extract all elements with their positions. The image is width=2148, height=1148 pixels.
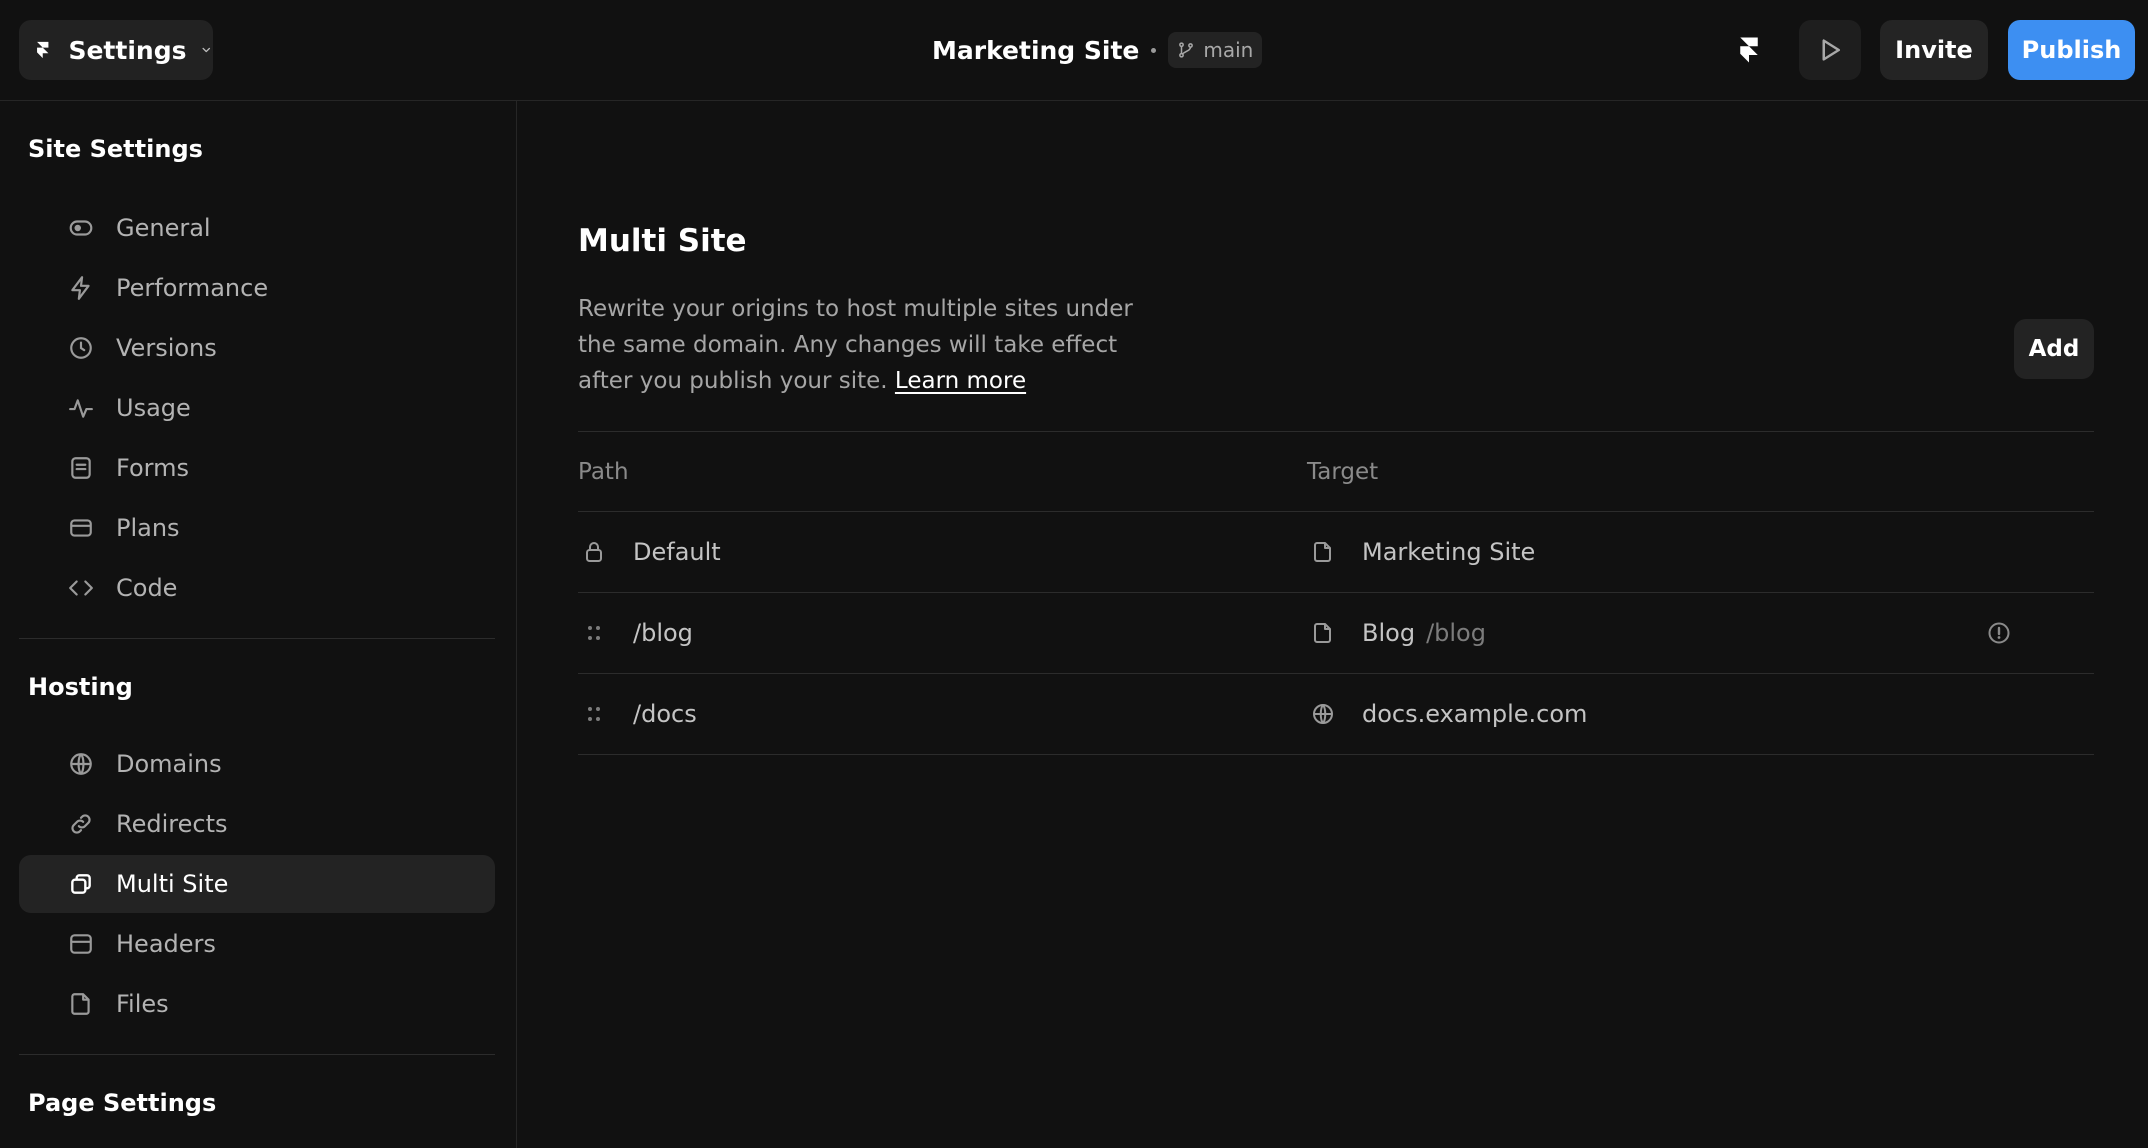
- path-cell: /blog: [582, 593, 693, 673]
- sidebar-item-redirects[interactable]: Redirects: [19, 795, 495, 853]
- project-title: Marketing Site main: [932, 30, 1263, 70]
- sidebar-item-forms[interactable]: Forms: [19, 439, 495, 497]
- sidebar-item-label: Usage: [116, 394, 191, 422]
- page-description: Rewrite your origins to host multiple si…: [578, 291, 1158, 399]
- target-column-header: Target: [1307, 459, 1379, 485]
- sidebar-divider: [19, 1054, 495, 1055]
- stack-icon: [68, 871, 94, 897]
- file-icon: [1311, 621, 1335, 645]
- settings-menu-label: Settings: [68, 35, 187, 65]
- path-text: Default: [633, 538, 721, 566]
- sidebar-item-label: Versions: [116, 334, 217, 362]
- description-text: Rewrite your origins to host multiple si…: [578, 296, 1133, 394]
- header-icon: [68, 931, 94, 957]
- sidebar-item-versions[interactable]: Versions: [19, 319, 495, 377]
- branch-name: main: [1203, 38, 1254, 62]
- drag-handle-icon[interactable]: [582, 621, 606, 645]
- page-settings-heading: Page Settings: [28, 1089, 217, 1117]
- hosting-heading: Hosting: [28, 673, 133, 701]
- file-icon: [68, 991, 94, 1017]
- sidebar-item-label: Code: [116, 574, 178, 602]
- target-text: Blog: [1362, 619, 1416, 647]
- branch-badge[interactable]: main: [1168, 32, 1263, 68]
- sidebar-item-domains[interactable]: Domains: [19, 735, 495, 793]
- sidebar-item-multi-site[interactable]: Multi Site: [19, 855, 495, 913]
- git-branch-icon: [1179, 42, 1194, 58]
- file-icon: [1311, 540, 1335, 564]
- sidebar-item-files[interactable]: Files: [19, 975, 495, 1033]
- target-cell: docs.example.com: [1311, 674, 1587, 754]
- lock-icon: [582, 540, 606, 564]
- sidebar-item-headers[interactable]: Headers: [19, 915, 495, 973]
- sidebar-item-label: Plans: [116, 514, 180, 542]
- page-title: Multi Site: [578, 223, 747, 259]
- chevron-down-icon: [202, 47, 211, 53]
- table-divider: [578, 431, 2094, 432]
- link-icon: [68, 811, 94, 837]
- clock-icon: [68, 335, 94, 361]
- sidebar-item-label: Multi Site: [116, 870, 229, 898]
- sidebar-item-performance[interactable]: Performance: [19, 259, 495, 317]
- settings-menu-button[interactable]: Settings: [19, 20, 213, 80]
- sidebar-item-label: Redirects: [116, 810, 228, 838]
- sidebar-divider: [19, 638, 495, 639]
- target-text: docs.example.com: [1362, 700, 1588, 728]
- framer-icon[interactable]: [1734, 34, 1764, 66]
- toggle-icon: [68, 215, 94, 241]
- table-row[interactable]: Default Marketing Site: [578, 512, 2094, 592]
- globe-icon: [68, 751, 94, 777]
- warning-icon[interactable]: [1987, 621, 2011, 645]
- path-text: /docs: [633, 700, 697, 728]
- code-icon: [68, 575, 94, 601]
- target-text: Marketing Site: [1362, 538, 1536, 566]
- path-column-header: Path: [578, 459, 629, 485]
- sidebar-item-general[interactable]: General: [19, 199, 495, 257]
- path-cell: Default: [582, 512, 721, 592]
- main-content: Multi Site Rewrite your origins to host …: [518, 101, 2148, 1148]
- table-divider: [578, 754, 2094, 755]
- separator-dot: [1151, 47, 1157, 53]
- learn-more-link[interactable]: Learn more: [895, 368, 1026, 394]
- preview-button[interactable]: [1799, 20, 1861, 80]
- card-icon: [68, 515, 94, 541]
- sidebar-item-code[interactable]: Code: [19, 559, 495, 617]
- settings-sidebar: Site Settings General Performance Versio…: [0, 101, 517, 1148]
- project-name: Marketing Site: [932, 35, 1140, 65]
- activity-icon: [68, 395, 94, 421]
- sidebar-item-label: Headers: [116, 930, 216, 958]
- sidebar-item-usage[interactable]: Usage: [19, 379, 495, 437]
- add-button[interactable]: Add: [2014, 319, 2094, 379]
- sidebar-item-plans[interactable]: Plans: [19, 499, 495, 557]
- sidebar-item-label: Domains: [116, 750, 222, 778]
- target-subpath: /blog: [1426, 619, 1486, 647]
- path-text: /blog: [633, 619, 693, 647]
- path-cell: /docs: [582, 674, 697, 754]
- globe-icon: [1311, 702, 1335, 726]
- top-bar: Settings Marketing Site main Invite Publ…: [0, 0, 2148, 101]
- sidebar-item-label: Performance: [116, 274, 269, 302]
- lightning-icon: [68, 275, 94, 301]
- target-cell: Blog /blog: [1311, 593, 1486, 673]
- framer-logo-icon: [37, 41, 49, 59]
- sidebar-item-label: Files: [116, 990, 169, 1018]
- table-row[interactable]: /docs docs.example.com: [578, 674, 2094, 754]
- drag-handle-icon[interactable]: [582, 702, 606, 726]
- site-settings-heading: Site Settings: [28, 135, 203, 163]
- invite-button[interactable]: Invite: [1880, 20, 1988, 80]
- play-icon: [1822, 39, 1840, 61]
- target-cell: Marketing Site: [1311, 512, 1535, 592]
- publish-button[interactable]: Publish: [2008, 20, 2135, 80]
- sidebar-item-label: General: [116, 214, 211, 242]
- form-icon: [68, 455, 94, 481]
- table-row[interactable]: /blog Blog /blog: [578, 593, 2094, 673]
- sidebar-item-label: Forms: [116, 454, 189, 482]
